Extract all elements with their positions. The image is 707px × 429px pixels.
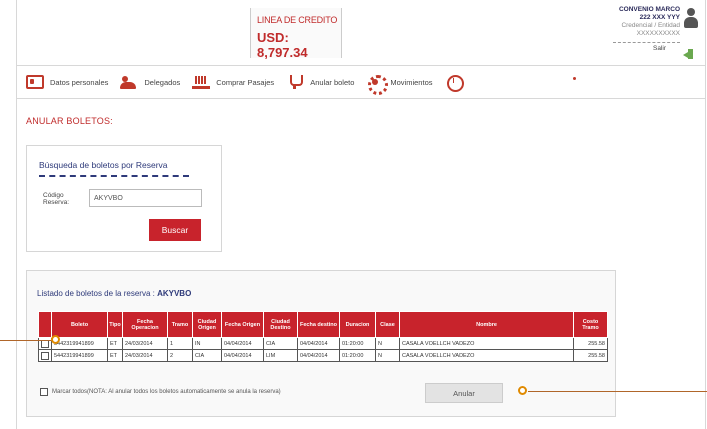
nav-item-history[interactable] — [445, 75, 469, 92]
destination-date-cell: 04/04/2014 — [297, 337, 340, 350]
credit-line-box: LINEA DE CREDITO USD: 8,797.34 — [250, 8, 342, 60]
nav-label: Movimientos — [390, 77, 433, 87]
segment-cell: 2 — [167, 349, 193, 362]
col-origin-city: Ciudad Origen — [192, 311, 222, 338]
table-row: 5442319941899 ET 24/03/2014 2 CIA 04/04/… — [38, 349, 608, 362]
page-title: ANULAR BOLETOS: — [26, 116, 113, 126]
operation-date-cell: 24/03/2014 — [122, 349, 168, 362]
duration-cell: 01:20:00 — [339, 349, 376, 362]
origin-date-cell: 04/04/2014 — [221, 337, 264, 350]
search-panel: Búsqueda de boletos por Reserva Código R… — [26, 145, 222, 252]
col-select — [38, 311, 52, 338]
col-destination-city: Ciudad Destino — [263, 311, 298, 338]
people-icon — [120, 75, 138, 89]
col-segment: Tramo — [167, 311, 193, 338]
id-card-icon — [26, 75, 44, 89]
origin-city-cell: IN — [192, 337, 222, 350]
results-title: Listado de boletos de la reserva : AKYVB… — [37, 289, 191, 298]
destination-city-cell: LIM — [263, 349, 298, 362]
operation-date-cell: 24/03/2014 — [122, 337, 168, 350]
duration-cell: 01:20:00 — [339, 337, 376, 350]
col-origin-date: Fecha Origen — [221, 311, 264, 338]
name-cell: CASALA VOELLCH VADEZO — [399, 337, 574, 350]
col-duration: Duracion — [339, 311, 376, 338]
row-checkbox-cell — [38, 349, 52, 362]
type-cell: ET — [107, 337, 123, 350]
class-cell: N — [375, 349, 400, 362]
annotation-marker — [518, 386, 527, 395]
tickets-table: Boleto Tipo Fecha Operacion Tramo Ciudad… — [38, 311, 608, 362]
main-nav: Datos personales Delegados Comprar Pasaj… — [26, 71, 481, 95]
search-title-underline — [39, 175, 189, 177]
annotation-marker — [51, 335, 60, 344]
search-title: Búsqueda de boletos por Reserva — [39, 160, 168, 170]
col-name: Nombre — [399, 311, 574, 338]
nav-divider — [16, 98, 706, 99]
user-code: 222 XXX YYY — [639, 14, 680, 21]
user-id: XXXXXXXXXX — [636, 30, 680, 37]
select-all-label: Marcar todos(NOTA: Al anular todos los b… — [52, 389, 281, 395]
cup-icon — [286, 75, 304, 89]
annotation-line — [0, 340, 52, 341]
nav-label: Anular boleto — [310, 77, 355, 87]
user-info: CONVENIO MARCO 222 XXX YYY Credencial / … — [605, 6, 680, 53]
clock-icon — [445, 75, 464, 92]
col-class: Clase — [375, 311, 400, 338]
annotation-line — [528, 391, 707, 392]
col-operation-date: Fecha Operacion — [122, 311, 168, 338]
credit-line-value: USD: 8,797.34 — [257, 30, 308, 60]
annul-button[interactable]: Anular — [425, 383, 503, 403]
col-type: Tipo — [107, 311, 123, 338]
user-name: CONVENIO MARCO — [618, 6, 680, 13]
col-ticket: Boleto — [51, 311, 108, 338]
table-header-row: Boleto Tipo Fecha Operacion Tramo Ciudad… — [38, 311, 608, 338]
nav-item-delegates[interactable]: Delegados — [120, 75, 180, 89]
nav-item-movements[interactable]: Movimientos — [366, 75, 433, 95]
page: LINEA DE CREDITO USD: 8,797.34 CONVENIO … — [0, 0, 707, 429]
logout-icon[interactable] — [683, 49, 695, 59]
gear-icon — [366, 75, 389, 95]
col-destination-date: Fecha destino — [297, 311, 340, 338]
col-segment-cost: Costo Tramo — [573, 311, 608, 338]
results-title-prefix: Listado de boletos de la reserva : — [37, 289, 158, 298]
credit-line-label: LINEA DE CREDITO — [257, 15, 338, 25]
origin-date-cell: 04/04/2014 — [221, 349, 264, 362]
segment-cell: 1 — [167, 337, 193, 350]
user-entity: Credencial / Entidad — [621, 22, 680, 29]
nav-label: Datos personales — [50, 77, 109, 87]
origin-city-cell: CIA — [192, 349, 222, 362]
destination-city-cell: CIA — [263, 337, 298, 350]
destination-date-cell: 04/04/2014 — [297, 349, 340, 362]
name-cell: CASALA VOELLCH VADEZO — [399, 349, 574, 362]
type-cell: ET — [107, 349, 123, 362]
table-row: 5442319941899 ET 24/03/2014 1 IN 04/04/2… — [38, 337, 608, 350]
select-all-row: Marcar todos(NOTA: Al anular todos los b… — [40, 388, 281, 396]
cost-cell: 255.58 — [573, 349, 608, 362]
cart-icon — [192, 75, 211, 89]
search-button[interactable]: Buscar — [149, 219, 201, 241]
header-divider — [16, 65, 706, 66]
ticket-cell: 5442319941899 — [51, 349, 108, 362]
nav-item-personal-data[interactable]: Datos personales — [26, 75, 108, 89]
user-divider — [613, 39, 680, 43]
nav-item-buy-tickets[interactable]: Comprar Pasajes — [192, 75, 274, 89]
nav-label: Delegados — [144, 77, 181, 87]
nav-item-annul-ticket[interactable]: Anular boleto — [286, 75, 354, 89]
nav-label: Comprar Pasajes — [216, 77, 275, 87]
results-pnr: AKYVBO — [157, 289, 192, 298]
avatar-icon — [683, 8, 699, 30]
select-all-checkbox[interactable] — [40, 388, 48, 396]
nav-indicator — [573, 77, 576, 80]
reservation-code-input[interactable] — [89, 189, 202, 207]
cost-cell: 255.58 — [573, 337, 608, 350]
logout-link[interactable]: Salir — [605, 45, 666, 53]
class-cell: N — [375, 337, 400, 350]
results-panel: Listado de boletos de la reserva : AKYVB… — [26, 270, 616, 417]
reservation-code-label: Código Reserva: — [43, 192, 70, 206]
row-checkbox[interactable] — [41, 351, 49, 360]
